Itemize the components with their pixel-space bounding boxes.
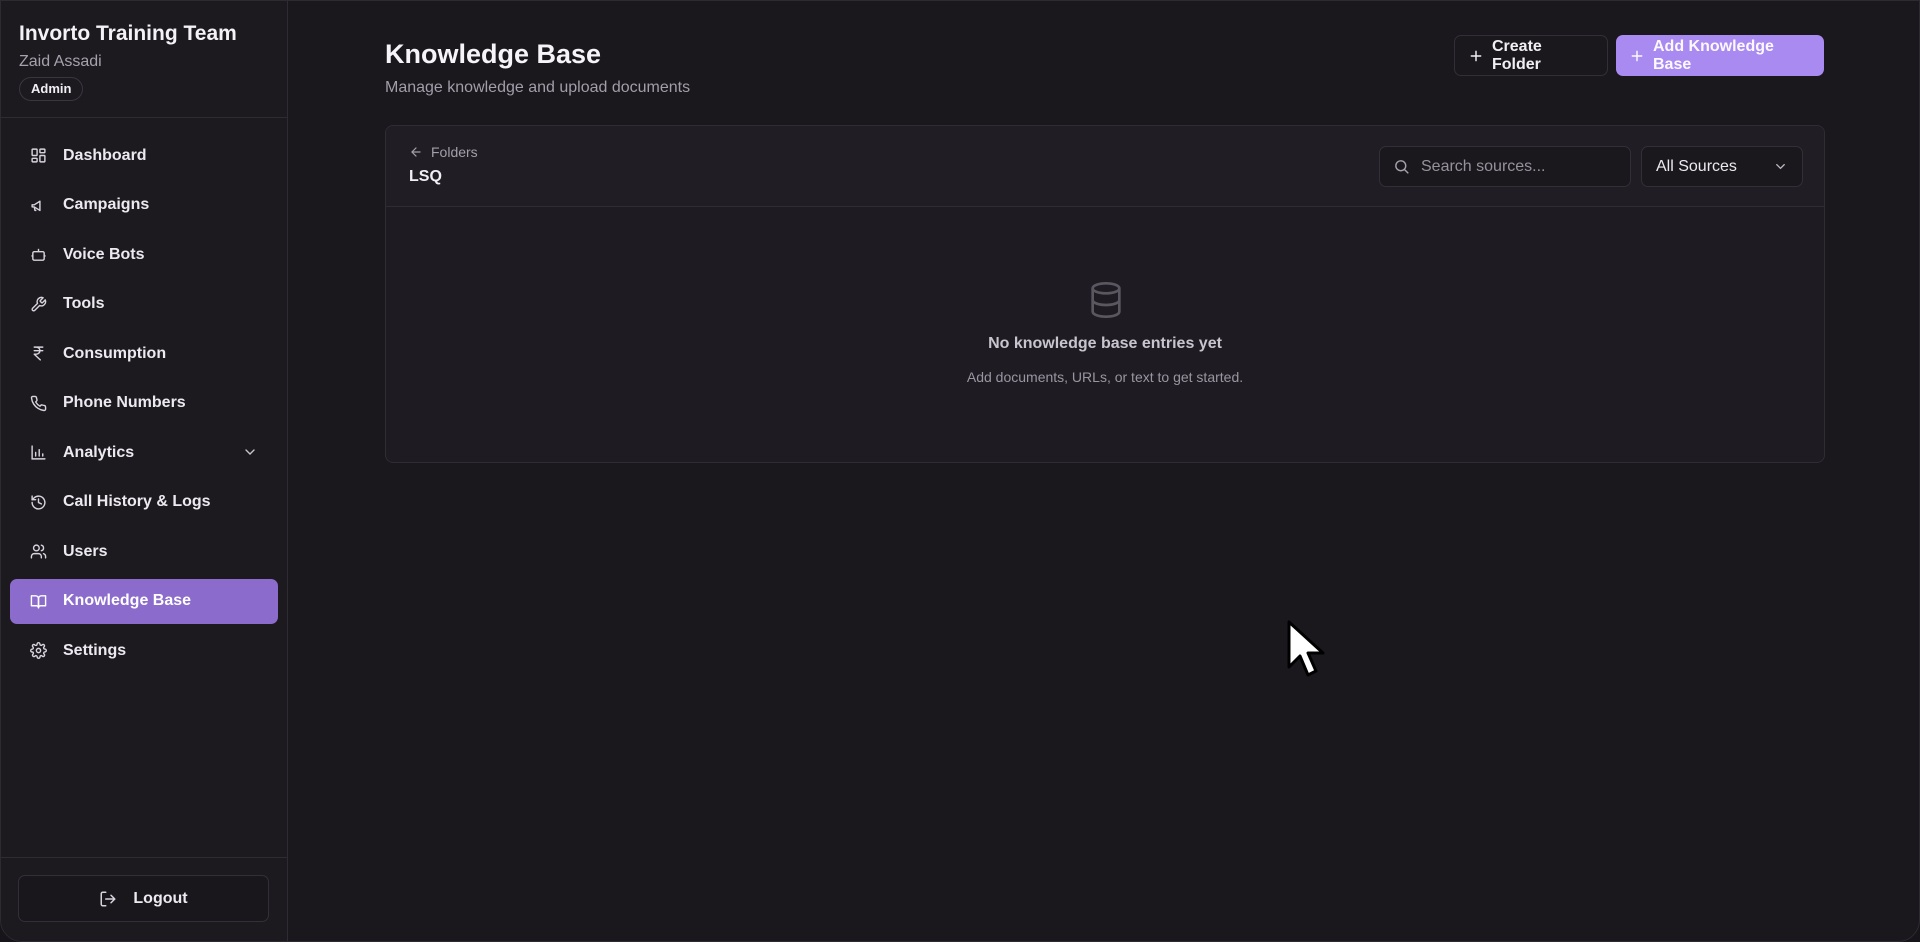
sidebar-item-label: Users (63, 542, 108, 560)
logout-button[interactable]: Logout (18, 875, 269, 922)
book-open-icon (29, 592, 47, 610)
empty-state-title: No knowledge base entries yet (988, 335, 1222, 352)
search-sources-field[interactable] (1379, 146, 1631, 187)
back-to-folders-link[interactable]: Folders (409, 144, 478, 160)
add-knowledge-base-button[interactable]: Add Knowledge Base (1616, 35, 1824, 76)
database-icon (1086, 279, 1126, 321)
sidebar-item-users[interactable]: Users (10, 529, 278, 574)
app-window: Invorto Training Team Zaid Assadi Admin … (0, 0, 1920, 942)
main-content: Knowledge Base Manage knowledge and uplo… (289, 1, 1919, 941)
empty-state: No knowledge base entries yet Add docume… (386, 206, 1824, 462)
add-knowledge-base-label: Add Knowledge Base (1653, 37, 1774, 73)
source-filter-value: All Sources (1656, 157, 1737, 175)
folder-card: Folders LSQ All Sources (385, 125, 1825, 463)
sidebar-item-campaigns[interactable]: Campaigns (10, 183, 278, 228)
sidebar-item-tools[interactable]: Tools (10, 282, 278, 327)
sidebar-item-label: Consumption (63, 344, 167, 362)
logout-section: Logout (1, 857, 287, 941)
folder-card-header: Folders LSQ All Sources (386, 126, 1824, 207)
rupee-icon (29, 345, 47, 363)
sidebar-item-voice-bots[interactable]: Voice Bots (10, 232, 278, 277)
phone-icon (29, 394, 47, 412)
logout-label: Logout (133, 889, 188, 907)
sidebar-item-knowledge-base[interactable]: Knowledge Base (10, 578, 278, 624)
sidebar: Invorto Training Team Zaid Assadi Admin … (1, 1, 288, 941)
sidebar-item-label: Dashboard (63, 146, 147, 164)
page-title: Knowledge Base (385, 39, 602, 69)
gear-icon (29, 642, 47, 660)
sidebar-item-call-history[interactable]: Call History & Logs (10, 480, 278, 525)
bar-chart-icon (29, 444, 47, 462)
chevron-down-icon (1773, 159, 1788, 174)
folder-name: LSQ (409, 168, 442, 185)
create-folder-button[interactable]: Create Folder (1454, 35, 1608, 76)
history-icon (29, 493, 47, 511)
sidebar-item-label: Campaigns (63, 196, 150, 213)
sidebar-item-label: Phone Numbers (63, 394, 186, 411)
create-folder-label: Create Folder (1492, 37, 1542, 73)
search-icon (1393, 158, 1410, 175)
user-name: Zaid Assadi (19, 53, 102, 70)
wrench-icon (29, 295, 47, 313)
empty-state-subtitle: Add documents, URLs, or text to get star… (966, 369, 1244, 385)
sidebar-item-analytics[interactable]: Analytics (10, 430, 278, 475)
logout-icon (99, 890, 117, 908)
sidebar-item-consumption[interactable]: Consumption (10, 331, 278, 376)
dashboard-icon (29, 147, 47, 165)
source-filter-select[interactable]: All Sources (1641, 146, 1803, 187)
sidebar-nav: Dashboard Campaigns Voice Bots Tools Con… (1, 118, 287, 673)
org-header: Invorto Training Team Zaid Assadi Admin (1, 1, 287, 118)
back-label: Folders (431, 144, 478, 160)
users-icon (29, 543, 47, 561)
sidebar-item-label: Settings (63, 641, 127, 659)
plus-icon (1469, 49, 1483, 63)
sidebar-item-label: Voice Bots (63, 245, 145, 263)
sidebar-item-label: Knowledge Base (63, 592, 192, 609)
bot-icon (29, 246, 47, 264)
sidebar-item-label: Analytics (63, 443, 135, 461)
sidebar-item-phone-numbers[interactable]: Phone Numbers (10, 381, 278, 426)
sidebar-item-dashboard[interactable]: Dashboard (10, 133, 278, 178)
plus-icon (1630, 49, 1644, 63)
sidebar-item-label: Call History & Logs (63, 493, 211, 510)
page-subtitle: Manage knowledge and upload documents (385, 79, 691, 96)
chevron-down-icon[interactable] (242, 444, 258, 460)
org-name: Invorto Training Team (19, 22, 237, 45)
sidebar-item-settings[interactable]: Settings (10, 628, 278, 673)
role-badge: Admin (19, 77, 84, 101)
arrow-left-icon (409, 145, 423, 159)
search-input[interactable] (1421, 157, 1611, 176)
sidebar-item-label: Tools (63, 295, 105, 312)
megaphone-icon (29, 196, 47, 214)
